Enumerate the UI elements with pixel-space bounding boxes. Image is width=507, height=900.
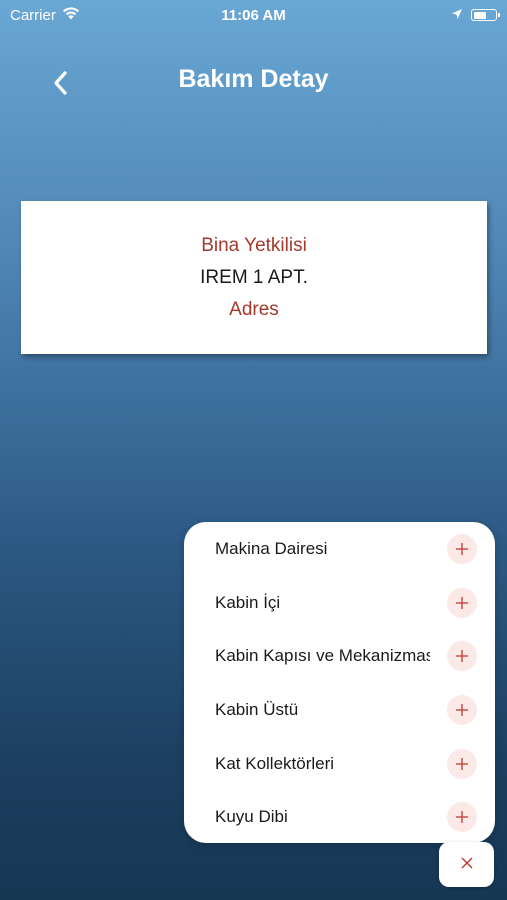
plus-icon[interactable] (447, 694, 477, 725)
close-menu-button[interactable] (439, 842, 494, 887)
plus-icon[interactable] (447, 748, 477, 779)
battery-icon (471, 9, 500, 21)
plus-icon[interactable] (447, 641, 477, 672)
page-title: Bakım Detay (178, 65, 329, 93)
status-bar: Carrier 11:06 AM (0, 0, 507, 30)
building-name: IREM 1 APT. (200, 266, 308, 288)
status-right (451, 7, 500, 24)
building-manager-label: Bina Yetkilisi (201, 234, 307, 256)
close-icon (461, 856, 473, 874)
nav-bar: Bakım Detay (0, 55, 507, 111)
menu-item-label: Kuyu Dibi (215, 807, 288, 827)
menu-item-label: Kabin Üstü (215, 699, 299, 719)
menu-item-kabin-ustu[interactable]: Kabin Üstü (184, 683, 495, 737)
menu-item-kabin-ici[interactable]: Kabin İçi (184, 576, 495, 630)
menu-item-kabin-kapisi[interactable]: Kabin Kapısı ve Mekanizması (184, 629, 495, 683)
menu-item-kuyu-dibi[interactable]: Kuyu Dibi (184, 790, 495, 844)
menu-item-label: Makina Dairesi (215, 538, 328, 558)
plus-icon[interactable] (447, 587, 477, 618)
status-left: Carrier (10, 7, 80, 24)
address-label: Adres (229, 298, 279, 320)
action-menu: Makina Dairesi Kabin İçi Kabin Kapısı ve… (184, 522, 495, 843)
menu-item-makina-dairesi[interactable]: Makina Dairesi (184, 522, 495, 576)
menu-item-kat-kollektorleri[interactable]: Kat Kollektörleri (184, 737, 495, 791)
plus-icon[interactable] (447, 533, 477, 564)
plus-icon[interactable] (447, 802, 477, 833)
battery-fill (473, 11, 487, 19)
location-arrow-icon (451, 7, 463, 24)
menu-item-label: Kabin Kapısı ve Mekanizması (215, 646, 430, 666)
wifi-icon (62, 6, 80, 24)
menu-item-label: Kabin İçi (215, 592, 281, 612)
carrier-label: Carrier (10, 6, 56, 24)
building-info-card: Bina Yetkilisi IREM 1 APT. Adres (21, 201, 487, 354)
menu-item-label: Kat Kollektörleri (215, 753, 335, 773)
